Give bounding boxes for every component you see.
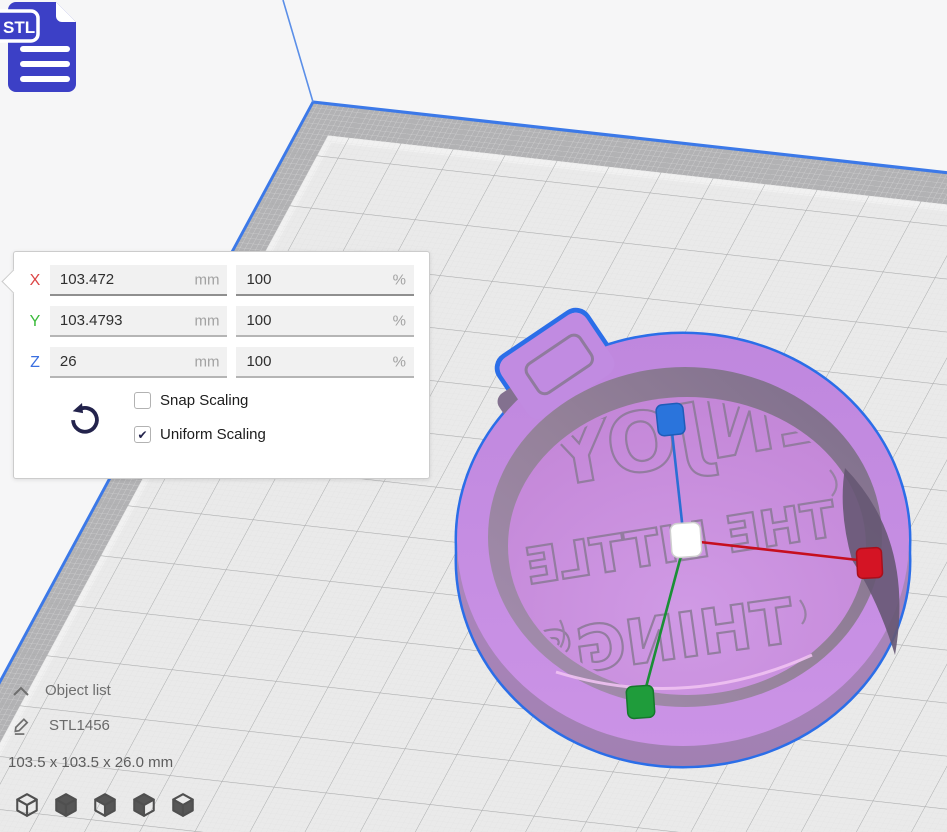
- uniform-scaling-label: Uniform Scaling: [160, 426, 266, 443]
- object-list-header[interactable]: Object list: [12, 682, 111, 699]
- y-size-input[interactable]: [50, 306, 228, 335]
- scale-row-z: Z mm %: [20, 347, 423, 378]
- view-top-button[interactable]: [92, 792, 118, 818]
- scale-handle-center[interactable]: [670, 522, 702, 558]
- x-percent-input[interactable]: [236, 265, 414, 294]
- axis-label-y: Y: [20, 313, 50, 331]
- y-size-field: mm: [50, 306, 228, 337]
- y-percent-input[interactable]: [236, 306, 414, 335]
- checkbox-box: [134, 392, 151, 409]
- y-percent-field: %: [236, 306, 414, 337]
- view-left-button[interactable]: [131, 792, 157, 818]
- view-3d-icon: [14, 792, 40, 818]
- camera-view-bar: [14, 792, 196, 818]
- x-percent-field: %: [236, 265, 414, 296]
- uniform-scaling-checkbox[interactable]: ✔ Uniform Scaling: [134, 426, 266, 443]
- z-percent-input[interactable]: [236, 347, 414, 376]
- scale-handle-z[interactable]: [656, 403, 686, 437]
- pencil-icon: [12, 716, 31, 735]
- x-size-input[interactable]: [50, 265, 228, 294]
- view-front-icon: [53, 792, 79, 818]
- snap-scaling-label: Snap Scaling: [160, 392, 248, 409]
- view-right-button[interactable]: [170, 792, 196, 818]
- scale-handle-x[interactable]: [856, 547, 883, 578]
- scale-handle-y[interactable]: [626, 685, 655, 719]
- stl-badge-text: STL: [3, 18, 35, 37]
- checkmark-icon: ✔: [134, 426, 151, 443]
- model-dimensions-text: 103.5 x 103.5 x 26.0 mm: [8, 754, 173, 771]
- stl-file-icon: STL: [0, 0, 96, 96]
- cura-viewport: ENJOY THE LITTLE THINGS: [0, 0, 947, 832]
- view-left-icon: [131, 792, 157, 818]
- scale-row-y: Y mm %: [20, 306, 423, 337]
- view-right-icon: [170, 792, 196, 818]
- scale-tool-panel: X mm % Y mm % Z mm: [13, 251, 430, 479]
- reset-rotate-ccw-icon: [67, 399, 101, 437]
- scale-row-x: X mm %: [20, 265, 423, 296]
- build-volume-edge: [283, 0, 313, 102]
- z-size-field: mm: [50, 347, 228, 378]
- axis-label-z: Z: [20, 354, 50, 372]
- reset-scale-button[interactable]: [64, 397, 104, 441]
- view-3d-button[interactable]: [14, 792, 40, 818]
- snap-scaling-checkbox[interactable]: Snap Scaling: [134, 392, 266, 409]
- z-percent-field: %: [236, 347, 414, 378]
- view-front-button[interactable]: [53, 792, 79, 818]
- chevron-up-icon: [12, 685, 30, 697]
- object-item-name: STL1456: [49, 717, 110, 734]
- x-size-field: mm: [50, 265, 228, 296]
- view-top-icon: [92, 792, 118, 818]
- z-size-input[interactable]: [50, 347, 228, 376]
- object-list-item[interactable]: STL1456: [12, 716, 110, 735]
- object-list-title: Object list: [45, 682, 111, 699]
